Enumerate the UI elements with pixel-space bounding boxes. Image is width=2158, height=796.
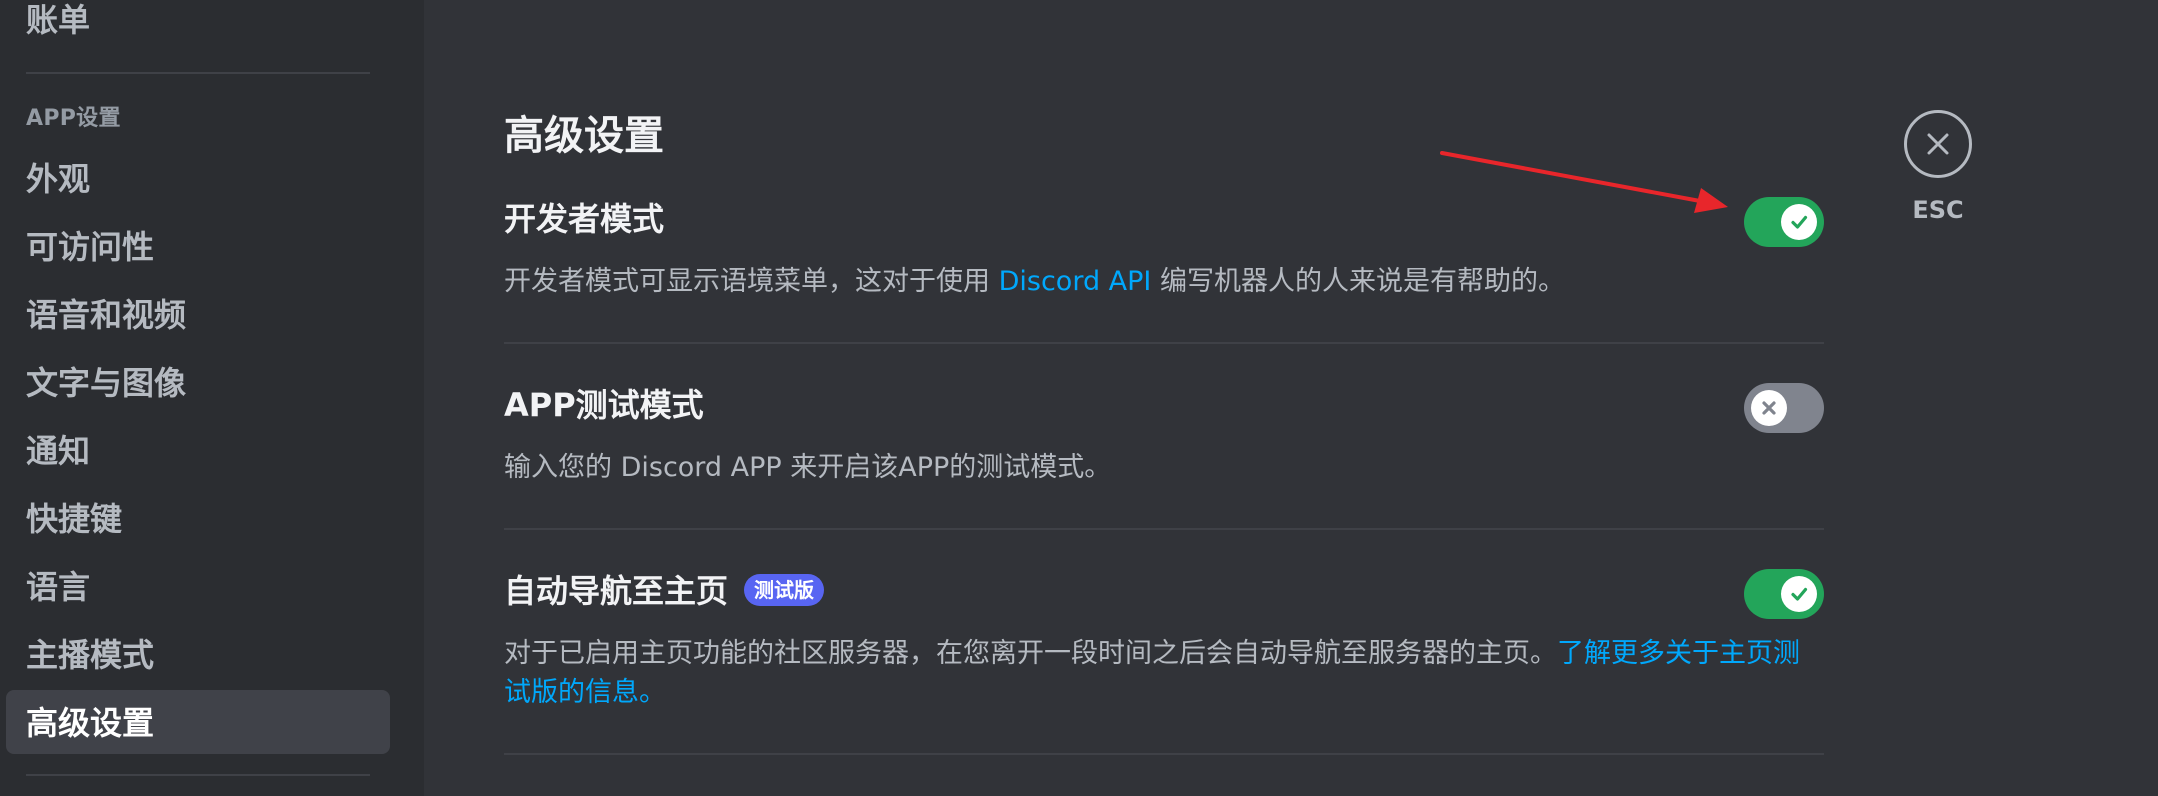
description-text: 对于已启用主页功能的社区服务器，在您离开一段时间之后会自动导航至服务器的主页。: [504, 638, 1557, 669]
sidebar-divider: [26, 72, 370, 74]
settings-window: 账单 APP设置 外观 可访问性 语音和视频 文字与图像 通知 快捷键 语言 主…: [0, 0, 2158, 796]
toggle-knob: [1781, 576, 1817, 612]
settings-sidebar: 账单 APP设置 外观 可访问性 语音和视频 文字与图像 通知 快捷键 语言 主…: [0, 0, 424, 796]
sidebar-item-accessibility[interactable]: 可访问性: [26, 231, 154, 263]
toggle-knob: [1781, 204, 1817, 240]
developer-mode-toggle[interactable]: [1744, 197, 1824, 247]
check-icon: [1791, 215, 1808, 229]
sidebar-item-text-images[interactable]: 文字与图像: [26, 367, 186, 399]
toggle-knob: [1751, 390, 1787, 426]
app-test-mode-description: 输入您的 Discord APP 来开启该APP的测试模式。: [504, 452, 1112, 483]
developer-mode-title: 开发者模式: [504, 200, 665, 238]
auto-navigate-home-description: 对于已启用主页功能的社区服务器，在您离开一段时间之后会自动导航至服务器的主页。了…: [504, 634, 1824, 712]
sidebar-item-voice-video[interactable]: 语音和视频: [26, 299, 186, 331]
page-title: 高级设置: [504, 113, 664, 159]
section-divider: [504, 342, 1824, 344]
description-text: 开发者模式可显示语境菜单，这对于使用: [504, 266, 999, 297]
sidebar-divider: [26, 774, 370, 776]
auto-navigate-home-toggle[interactable]: [1744, 569, 1824, 619]
section-divider: [504, 528, 1824, 530]
sidebar-item-language[interactable]: 语言: [26, 571, 90, 603]
sidebar-item-keybinds[interactable]: 快捷键: [26, 503, 122, 535]
sidebar-item-billing[interactable]: 账单: [26, 4, 90, 36]
section-divider: [504, 753, 1824, 755]
settings-content: 高级设置 开发者模式 开发者模式可显示语境菜单，这对于使用 Discord AP…: [424, 0, 2158, 796]
app-test-mode-title: APP测试模式: [504, 386, 704, 424]
sidebar-section-header: APP设置: [26, 106, 121, 131]
beta-badge: 测试版: [744, 574, 825, 606]
auto-navigate-home-title: 自动导航至主页 测试版: [504, 572, 825, 610]
auto-navigate-home-label: 自动导航至主页: [504, 572, 729, 610]
esc-label: ESC: [1912, 196, 1964, 224]
close-button[interactable]: [1904, 110, 1972, 178]
developer-mode-description: 开发者模式可显示语境菜单，这对于使用 Discord API 编写机器人的人来说…: [504, 262, 1824, 301]
check-icon: [1791, 587, 1808, 601]
sidebar-item-appearance[interactable]: 外观: [26, 163, 90, 195]
discord-api-link[interactable]: Discord API: [999, 266, 1152, 297]
x-icon: [1762, 401, 1776, 415]
sidebar-item-notifications[interactable]: 通知: [26, 435, 90, 467]
sidebar-item-advanced-label: 高级设置: [26, 704, 155, 742]
close-icon: [1927, 133, 1949, 155]
description-text: 编写机器人的人来说是有帮助的。: [1151, 266, 1565, 297]
app-test-mode-toggle[interactable]: [1744, 383, 1824, 433]
sidebar-item-streamer-mode[interactable]: 主播模式: [26, 639, 154, 671]
